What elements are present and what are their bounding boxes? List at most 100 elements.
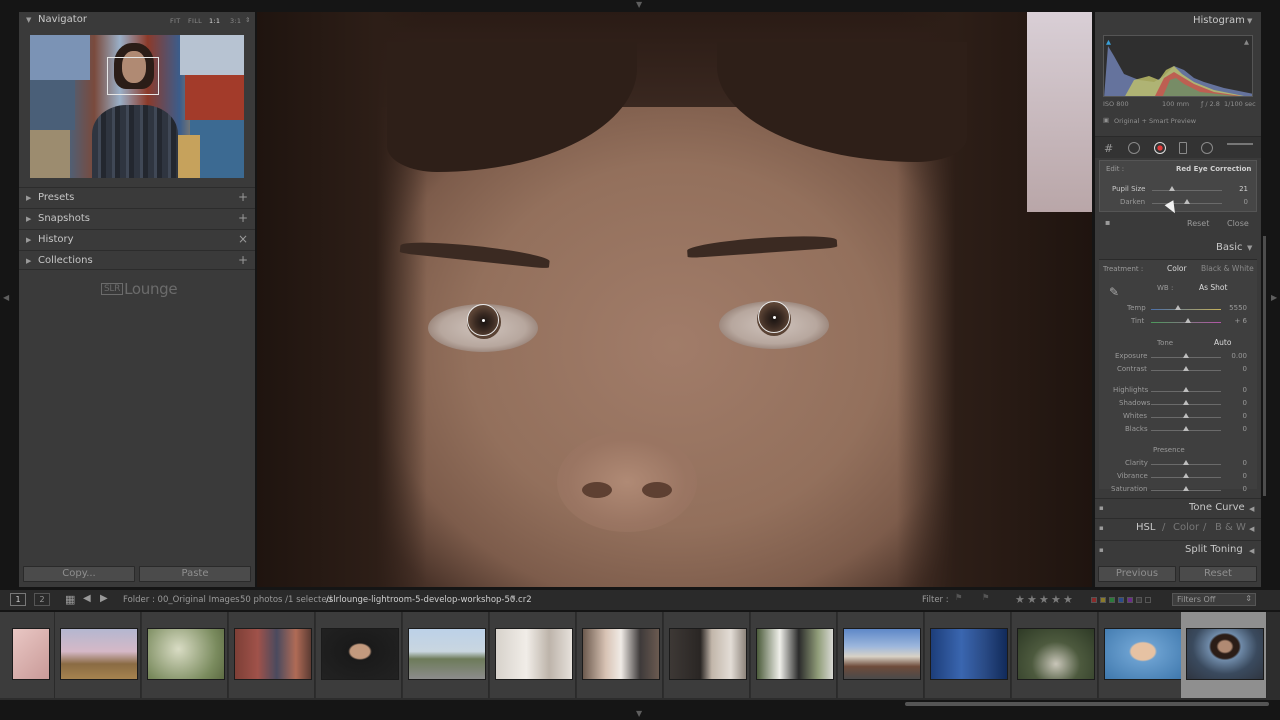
yellow-label-filter[interactable] bbox=[1100, 597, 1106, 603]
clarity-slider-knob[interactable] bbox=[1183, 460, 1189, 465]
zoom-1-1[interactable]: 1:1 bbox=[209, 17, 220, 25]
add-snapshot-icon[interactable]: + bbox=[238, 211, 248, 225]
hsl-bw-tab[interactable]: B & W bbox=[1215, 522, 1246, 533]
split-toning-section[interactable]: ▪ Split Toning ◀ bbox=[1095, 540, 1261, 560]
darken-slider-knob[interactable] bbox=[1184, 199, 1190, 204]
darken-value[interactable]: 0 bbox=[1226, 198, 1248, 206]
auto-tone-button[interactable]: Auto bbox=[1214, 338, 1231, 347]
star-filter-icon[interactable]: ★ bbox=[1063, 593, 1073, 606]
red-eye-close-button[interactable]: Close bbox=[1227, 219, 1249, 228]
paste-button[interactable]: Paste bbox=[139, 566, 251, 582]
back-arrow-icon[interactable]: ◀ bbox=[83, 593, 91, 604]
blacks-slider-knob[interactable] bbox=[1183, 426, 1189, 431]
top-panel-toggle-icon[interactable]: ▼ bbox=[636, 1, 642, 9]
filmstrip-thumbnail[interactable] bbox=[838, 612, 924, 698]
spot-removal-tool-icon[interactable] bbox=[1128, 142, 1140, 154]
filmstrip-thumbnail[interactable] bbox=[1099, 612, 1185, 698]
filmstrip-thumbnail[interactable] bbox=[316, 612, 402, 698]
hsl-section[interactable]: ▪ HSL / Color / B & W ◀ bbox=[1095, 518, 1261, 538]
star-filter-icon[interactable]: ★ bbox=[1051, 593, 1061, 606]
treatment-black-white[interactable]: Black & White bbox=[1201, 264, 1254, 273]
filmstrip-thumbnail[interactable] bbox=[577, 612, 663, 698]
right-panel-scrollbar[interactable] bbox=[1263, 236, 1266, 496]
green-label-filter[interactable] bbox=[1109, 597, 1115, 603]
collapse-triangle-icon[interactable]: ▼ bbox=[1247, 244, 1252, 252]
highlights-value[interactable]: 0 bbox=[1225, 386, 1247, 394]
graduated-filter-tool-icon[interactable] bbox=[1179, 142, 1187, 154]
pupil-size-value[interactable]: 21 bbox=[1226, 185, 1248, 193]
blacks-value[interactable]: 0 bbox=[1225, 425, 1247, 433]
adjustment-brush-tool-icon[interactable] bbox=[1227, 143, 1253, 145]
filmstrip-thumbnail[interactable] bbox=[751, 612, 837, 698]
filmstrip-thumbnail[interactable] bbox=[142, 612, 228, 698]
star-filter-icon[interactable]: ★ bbox=[1039, 593, 1049, 606]
snapshots-section[interactable]: ▶ Snapshots + bbox=[19, 208, 255, 228]
add-collection-icon[interactable]: + bbox=[238, 253, 248, 267]
filename-dropdown-icon[interactable]: ▾ bbox=[511, 593, 515, 603]
whites-value[interactable]: 0 bbox=[1225, 412, 1247, 420]
redeye-spot-left-center[interactable] bbox=[482, 319, 485, 322]
hsl-title[interactable]: HSL bbox=[1136, 522, 1155, 533]
filmstrip-toggle-icon[interactable]: ▼ bbox=[636, 710, 642, 718]
vibrance-slider-knob[interactable] bbox=[1183, 473, 1189, 478]
right-panel-toggle-icon[interactable]: ▶ bbox=[1271, 294, 1277, 302]
contrast-slider-knob[interactable] bbox=[1183, 366, 1189, 371]
red-eye-tool-icon[interactable] bbox=[1154, 142, 1166, 154]
clarity-value[interactable]: 0 bbox=[1225, 459, 1247, 467]
purple-label-filter[interactable] bbox=[1127, 597, 1133, 603]
wb-select[interactable]: As Shot bbox=[1199, 283, 1227, 292]
filmstrip-scrollbar[interactable] bbox=[905, 702, 1269, 706]
reset-button[interactable]: Reset bbox=[1179, 566, 1257, 582]
forward-arrow-icon[interactable]: ▶ bbox=[100, 593, 108, 604]
crop-tool-icon[interactable]: # bbox=[1104, 142, 1113, 155]
treatment-color[interactable]: Color bbox=[1167, 264, 1187, 273]
copy-button[interactable]: Copy... bbox=[23, 566, 135, 582]
grid-view-icon[interactable]: ▦ bbox=[65, 593, 75, 606]
radial-filter-tool-icon[interactable] bbox=[1201, 142, 1213, 154]
red-label-filter[interactable] bbox=[1091, 597, 1097, 603]
navigator-header[interactable]: ▼ Navigator FIT FILL 1:1 3:1 ⇕ bbox=[19, 12, 255, 32]
hsl-color-tab[interactable]: Color bbox=[1173, 522, 1199, 533]
mask-overlay-icon[interactable]: ▪ bbox=[1105, 218, 1110, 227]
collections-section[interactable]: ▶ Collections + bbox=[19, 250, 255, 270]
left-panel-toggle-icon[interactable]: ◀ bbox=[3, 294, 9, 302]
previous-button[interactable]: Previous bbox=[1098, 566, 1176, 582]
filmstrip-thumbnail[interactable] bbox=[229, 612, 315, 698]
histogram-title[interactable]: Histogram bbox=[1193, 15, 1245, 26]
clear-history-icon[interactable]: × bbox=[238, 232, 248, 246]
whites-slider-knob[interactable] bbox=[1183, 413, 1189, 418]
exposure-value[interactable]: 0.00 bbox=[1225, 352, 1247, 360]
white-balance-picker-icon[interactable]: ✎ bbox=[1109, 285, 1119, 299]
vibrance-value[interactable]: 0 bbox=[1225, 472, 1247, 480]
contrast-value[interactable]: 0 bbox=[1225, 365, 1247, 373]
filmstrip-thumbnail[interactable] bbox=[925, 612, 1011, 698]
navigator-zoom-frame[interactable] bbox=[107, 57, 159, 95]
flag-filter-icon[interactable]: ⚑ bbox=[955, 593, 963, 603]
highlights-slider-knob[interactable] bbox=[1183, 387, 1189, 392]
collapse-triangle-icon[interactable]: ▼ bbox=[1247, 17, 1252, 25]
tint-slider-knob[interactable] bbox=[1185, 318, 1191, 323]
panel-switch-icon[interactable]: ▪ bbox=[1099, 504, 1104, 512]
basic-title[interactable]: Basic bbox=[1216, 242, 1242, 253]
blue-label-filter[interactable] bbox=[1118, 597, 1124, 603]
other-label-filter[interactable] bbox=[1145, 597, 1151, 603]
filter-preset-select[interactable]: Filters Off ⇕ bbox=[1172, 593, 1256, 606]
flag-filter-icon[interactable]: ⚑ bbox=[982, 593, 990, 603]
saturation-value[interactable]: 0 bbox=[1225, 485, 1247, 493]
shadows-value[interactable]: 0 bbox=[1225, 399, 1247, 407]
temp-slider[interactable] bbox=[1151, 309, 1221, 310]
star-filter-icon[interactable]: ★ bbox=[1015, 593, 1025, 606]
temp-slider-knob[interactable] bbox=[1175, 305, 1181, 310]
filmstrip-thumbnail[interactable] bbox=[1012, 612, 1098, 698]
pupil-size-slider[interactable] bbox=[1152, 190, 1222, 191]
shadows-slider-knob[interactable] bbox=[1183, 400, 1189, 405]
exposure-slider-knob[interactable] bbox=[1183, 353, 1189, 358]
tint-value[interactable]: + 6 bbox=[1225, 317, 1247, 325]
navigator-preview[interactable] bbox=[30, 35, 244, 178]
no-label-filter[interactable] bbox=[1136, 597, 1142, 603]
presets-section[interactable]: ▶ Presets + bbox=[19, 187, 255, 207]
filmstrip-thumbnail[interactable] bbox=[490, 612, 576, 698]
filmstrip-thumbnail[interactable] bbox=[403, 612, 489, 698]
saturation-slider-knob[interactable] bbox=[1183, 486, 1189, 491]
tone-curve-section[interactable]: ▪ Tone Curve ◀ bbox=[1095, 498, 1261, 518]
